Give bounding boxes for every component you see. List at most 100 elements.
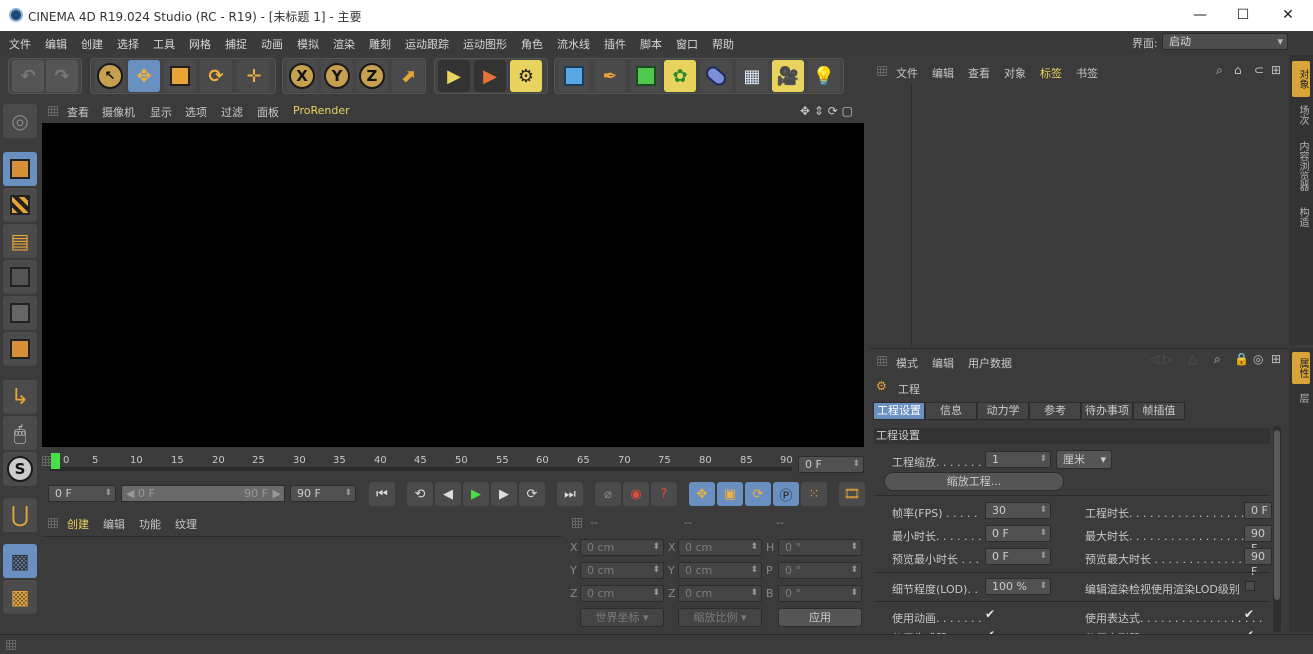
menu-motion-tracking[interactable]: 运动跟踪 <box>405 36 449 52</box>
size-x-field[interactable]: 0 cm <box>678 539 762 556</box>
render-to-picture-viewer-icon[interactable]: ▶ <box>474 60 506 92</box>
size-z-field[interactable]: 0 cm <box>678 585 762 602</box>
back-arrow-icon[interactable]: ◁ ▷ <box>1150 352 1172 366</box>
redo-icon[interactable]: ↷ <box>46 60 78 92</box>
transform-tool-icon[interactable]: ✛ <box>238 60 270 92</box>
menu-animate[interactable]: 动画 <box>261 36 283 52</box>
target-icon[interactable]: ◎ <box>1253 352 1263 366</box>
tab-project-settings[interactable]: 工程设置 <box>873 402 925 420</box>
search-icon[interactable]: ⌕ <box>1216 63 1223 78</box>
object-menu-file[interactable]: 文件 <box>896 65 918 81</box>
tab-dynamics[interactable]: 动力学 <box>977 402 1029 420</box>
close-button[interactable]: ✕ <box>1266 4 1310 26</box>
snap-magnet-icon[interactable]: ⋃ <box>3 498 37 532</box>
deformer-icon[interactable] <box>700 60 732 92</box>
menu-create[interactable]: 创建 <box>81 36 103 52</box>
keyframe-selection-icon[interactable]: ? <box>651 482 677 506</box>
lod-field[interactable]: 100 % <box>985 578 1051 595</box>
tab-todo[interactable]: 待办事项 <box>1081 402 1133 420</box>
material-menu-edit[interactable]: 编辑 <box>103 516 125 532</box>
lock-icon[interactable]: 🔒 <box>1234 352 1249 366</box>
material-menu-create[interactable]: 创建 <box>67 516 89 532</box>
solo-icon[interactable]: S <box>3 452 37 486</box>
tab-info[interactable]: 信息 <box>925 402 977 420</box>
tab-structure[interactable]: 构造 <box>1292 201 1310 233</box>
key-position-icon[interactable]: ✥ <box>689 482 715 506</box>
menu-edit[interactable]: 编辑 <box>45 36 67 52</box>
object-menu-edit[interactable]: 编辑 <box>932 65 954 81</box>
scale-mode-dropdown[interactable]: 缩放比例 <box>678 608 762 627</box>
play-icon[interactable]: ▶ <box>463 482 489 506</box>
viewport-menu-prorender[interactable]: ProRender <box>293 104 350 117</box>
apply-button[interactable]: 应用 <box>778 608 862 627</box>
tab-layers[interactable]: 层 <box>1292 388 1310 408</box>
go-to-end-icon[interactable]: ⏭ <box>557 482 583 506</box>
subdivision-surface-icon[interactable] <box>630 60 662 92</box>
position-x-field[interactable]: 0 cm <box>580 539 664 556</box>
3d-viewport[interactable] <box>42 123 864 447</box>
menu-mesh[interactable]: 网格 <box>189 36 211 52</box>
tab-content-browser[interactable]: 内容浏览器 <box>1292 135 1310 197</box>
attribute-manager-grip-icon[interactable] <box>877 356 887 366</box>
menu-script[interactable]: 脚本 <box>640 36 662 52</box>
tab-takes[interactable]: 场次 <box>1292 99 1310 131</box>
viewport-navigation-icons[interactable]: ✥ ⇕ ⟳ ▢ <box>800 104 853 118</box>
undo-icon[interactable]: ↶ <box>12 60 44 92</box>
viewport-menu-options[interactable]: 选项 <box>185 104 207 120</box>
rotation-b-field[interactable]: 0 ° <box>778 585 862 602</box>
workplane-mode-icon[interactable]: ▤ <box>3 224 37 258</box>
make-editable-icon[interactable]: ◎ <box>3 104 37 138</box>
menu-help[interactable]: 帮助 <box>712 36 734 52</box>
project-scale-unit-dropdown[interactable]: 厘米 ▾ <box>1056 450 1112 469</box>
x-axis-lock-icon[interactable]: X <box>286 60 318 92</box>
menu-file[interactable]: 文件 <box>9 36 31 52</box>
use-animation-checkbox[interactable]: ✔ <box>985 607 995 621</box>
next-frame-icon[interactable]: ▶ <box>491 482 517 506</box>
texture-mode-icon[interactable] <box>3 188 37 222</box>
new-panel-icon[interactable]: ⊞ <box>1271 352 1281 366</box>
coord-panel-grip-icon[interactable] <box>572 518 582 528</box>
object-list[interactable] <box>913 84 1285 346</box>
timeline-window-icon[interactable]: 🎞 <box>839 482 865 506</box>
timeline-playhead[interactable] <box>51 453 60 469</box>
tab-referencing[interactable]: 参考 <box>1029 402 1081 420</box>
coordinate-system-icon[interactable]: ⬈ <box>392 60 424 92</box>
object-menu-bookmarks[interactable]: 书签 <box>1076 65 1098 81</box>
status-grip-icon[interactable] <box>6 640 16 650</box>
floor-environment-icon[interactable]: ▦ <box>736 60 768 92</box>
preview-range-slider[interactable]: ◀ 0 F 90 F ▶ <box>121 485 285 502</box>
key-scale-icon[interactable]: ▣ <box>717 482 743 506</box>
tab-objects[interactable]: 对象 <box>1292 61 1310 97</box>
rotation-h-field[interactable]: 0 ° <box>778 539 862 556</box>
position-z-field[interactable]: 0 cm <box>580 585 664 602</box>
world-coordinates-dropdown[interactable]: 世界坐标 <box>580 608 664 627</box>
menu-select[interactable]: 选择 <box>117 36 139 52</box>
key-point-level-icon[interactable]: ⁙ <box>801 482 827 506</box>
enable-axis-icon[interactable]: ↳ <box>3 380 37 414</box>
object-menu-tags[interactable]: 标签 <box>1040 65 1062 81</box>
menu-mograph[interactable]: 运动图形 <box>463 36 507 52</box>
render-view-icon[interactable]: ▶ <box>438 60 470 92</box>
position-y-field[interactable]: 0 cm <box>580 562 664 579</box>
search-icon[interactable]: ⌕ <box>1214 352 1221 367</box>
link-icon[interactable]: ⊂ <box>1254 63 1264 77</box>
key-rotation-icon[interactable]: ⟳ <box>745 482 771 506</box>
tweak-mode-icon[interactable]: 🖱 <box>3 416 37 450</box>
object-manager-grip-icon[interactable] <box>877 66 887 76</box>
material-menu-texture[interactable]: 纹理 <box>175 516 197 532</box>
planar-workplane-icon[interactable]: ▩ <box>3 580 37 614</box>
record-active-objects-icon[interactable]: ⌀ <box>595 482 621 506</box>
fps-field[interactable]: 30 <box>985 502 1051 519</box>
live-select-icon[interactable]: ↖ <box>94 60 126 92</box>
max-time-attr-field[interactable]: 90 F <box>1244 525 1272 555</box>
edges-mode-icon[interactable] <box>3 296 37 330</box>
workplane-lock-icon[interactable]: ▩ <box>3 544 37 578</box>
up-arrow-icon[interactable]: △ <box>1188 352 1197 366</box>
camera-icon[interactable]: 🎥 <box>772 60 804 92</box>
use-expressions-checkbox[interactable]: ✔ <box>1244 607 1254 621</box>
key-parameter-icon[interactable]: Ⓟ <box>773 482 799 506</box>
viewport-menu-display[interactable]: 显示 <box>150 104 172 120</box>
maximize-button[interactable]: ☐ <box>1221 4 1265 26</box>
min-time-attr-field[interactable]: 0 F <box>985 525 1051 542</box>
viewport-menu-view[interactable]: 查看 <box>67 104 89 120</box>
